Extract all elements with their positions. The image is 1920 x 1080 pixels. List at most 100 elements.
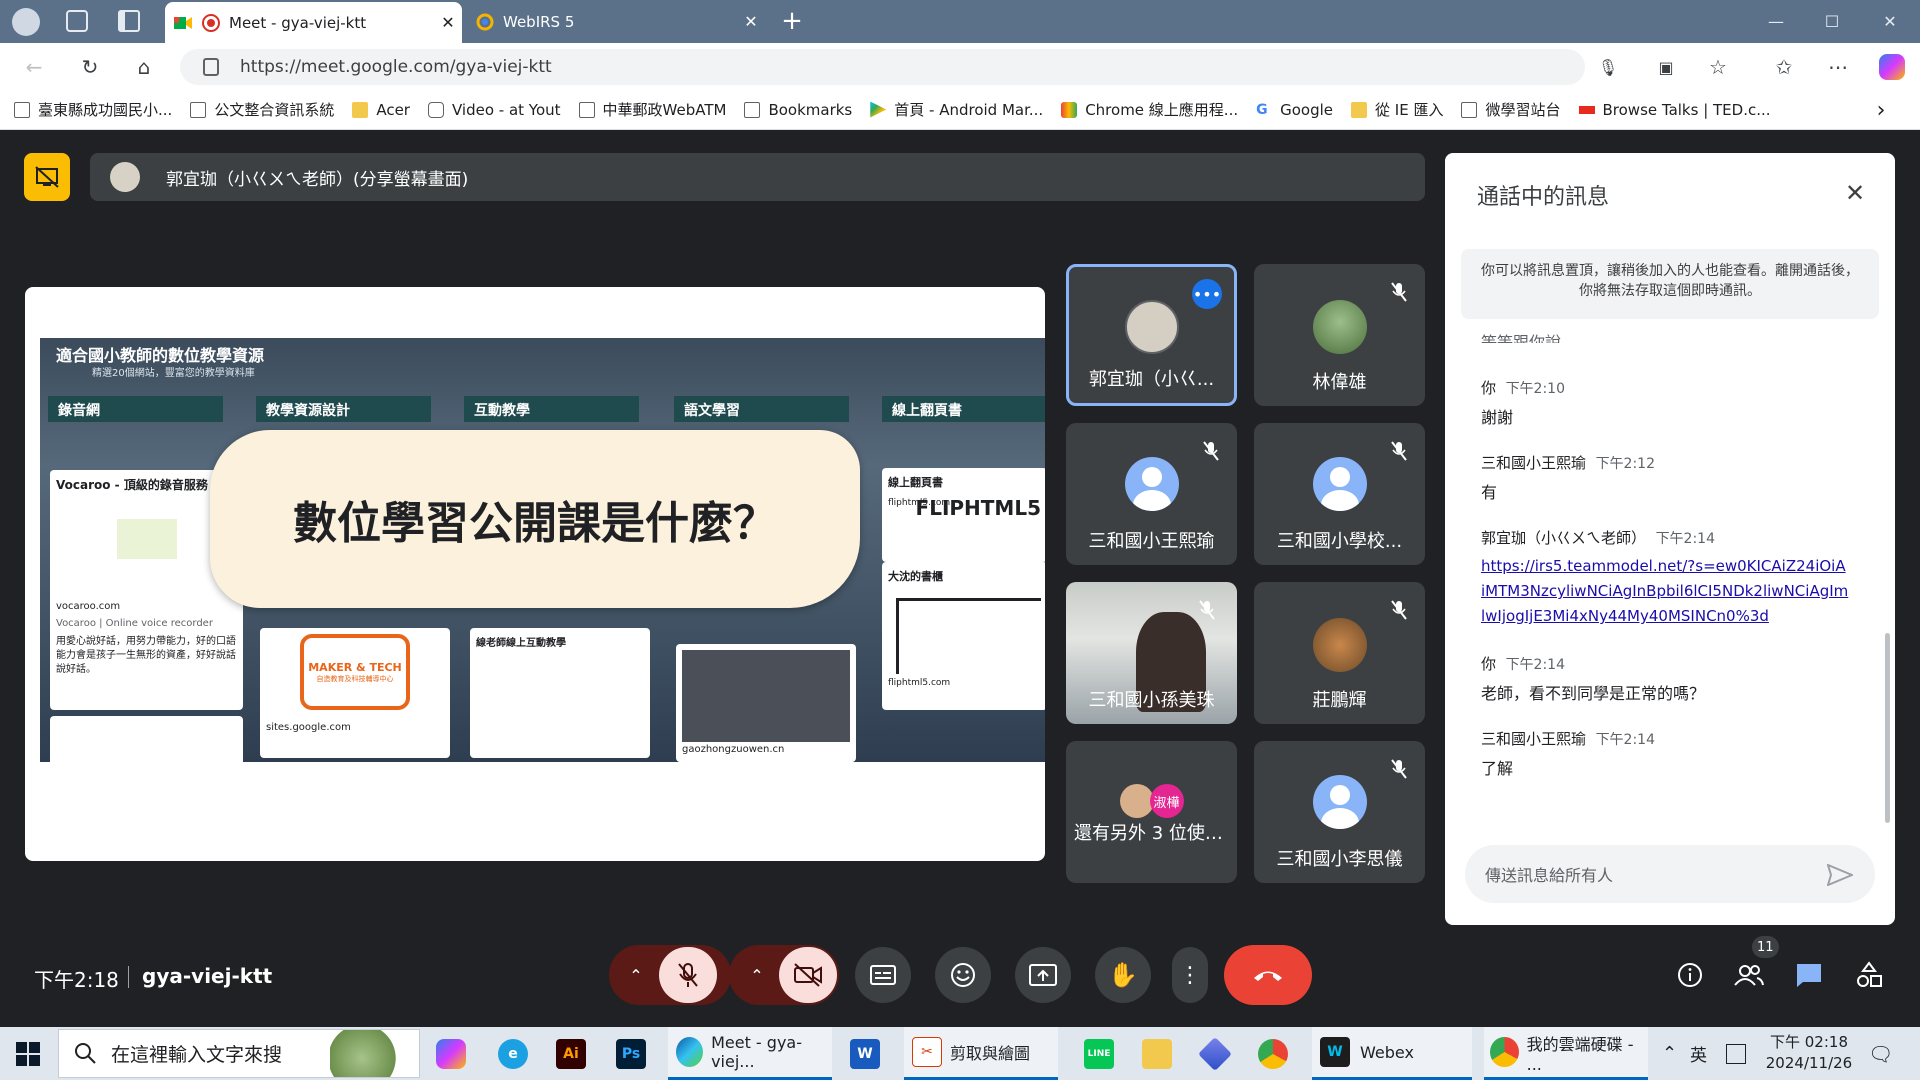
workspaces-icon[interactable]	[66, 10, 88, 32]
bookmark-item[interactable]: Browse Talks | TED.c...	[1578, 101, 1771, 119]
search-icon	[74, 1042, 98, 1066]
bookmark-item[interactable]: Bookmarks	[744, 101, 852, 119]
chat-link[interactable]: https://irs5.teammodel.net/?s=ew0KICAiZ2…	[1481, 554, 1849, 629]
taskbar-app-photoshop[interactable]: Ps	[616, 1027, 646, 1080]
app-install-icon[interactable]: ▣	[1648, 50, 1684, 84]
bookmark-item[interactable]: Acer	[352, 101, 410, 119]
participant-tile[interactable]: 淑樺 還有另外 3 位使用者	[1066, 741, 1237, 883]
participant-tile[interactable]: 林偉雄	[1254, 264, 1425, 406]
close-tab-icon[interactable]: ✕	[737, 12, 765, 31]
raise-hand-button[interactable]: ✋	[1095, 947, 1151, 1003]
reactions-button[interactable]	[935, 947, 991, 1003]
chevron-up-icon[interactable]: ⌃	[621, 960, 651, 990]
participant-tile[interactable]: ••• 郭宜珈（小巜...	[1066, 264, 1237, 406]
maximize-icon[interactable]: ☐	[1804, 0, 1860, 43]
windows-start-icon[interactable]	[16, 1042, 42, 1068]
avatar	[1124, 457, 1179, 511]
bookmark-item[interactable]: 中華郵政WebATM	[578, 99, 726, 120]
chat-notice: 你可以將訊息置頂，讓稍後加入的人也能查看。離開通話後，你將無法存取這個即時通訊。	[1461, 249, 1879, 319]
present-button[interactable]	[1015, 947, 1071, 1003]
taskbar-app-webex[interactable]: W Webex	[1312, 1027, 1472, 1080]
bookmark-item[interactable]: Chrome 線上應用程...	[1061, 99, 1238, 120]
bookmark-item[interactable]: 公文整合資訊系統	[190, 99, 334, 120]
url-field[interactable]: https://meet.google.com/gya-viej-ktt	[180, 49, 1585, 85]
tray-chevron-icon[interactable]: ⌃	[1662, 1027, 1677, 1080]
bookmark-item[interactable]: Video - at Yout	[427, 101, 561, 119]
taskbar-app-edge[interactable]: Meet - gya-viej...	[668, 1027, 832, 1080]
mic-toggle-button[interactable]	[659, 947, 717, 1003]
meeting-info-button[interactable]	[1665, 947, 1715, 1003]
slide-column-header: 線上翻頁書	[882, 396, 1045, 422]
minimize-icon[interactable]: —	[1748, 0, 1804, 43]
taskbar-app-teams[interactable]	[1198, 1027, 1232, 1080]
more-options-icon[interactable]: •••	[1192, 279, 1222, 309]
favorite-star-icon[interactable]: ☆	[1700, 50, 1736, 84]
close-tab-icon[interactable]: ✕	[434, 13, 462, 32]
camera-toggle-button[interactable]	[779, 947, 837, 1003]
bookmark-item[interactable]: 從 IE 匯入	[1351, 99, 1443, 120]
taskbar-app-snipping[interactable]: ✂ 剪取與繪圖	[904, 1027, 1058, 1080]
chat-title: 通話中的訊息	[1477, 185, 1610, 210]
present-off-icon[interactable]	[24, 153, 70, 201]
chat-messages: 你 下午2:10 謝謝 三和國小王熙瑜 下午2:12 有 郭宜珈（小巜ㄨㄟ老師）…	[1481, 377, 1871, 779]
profile-icon[interactable]	[12, 8, 40, 36]
taskbar-app-illustrator[interactable]: Ai	[556, 1027, 586, 1080]
site-info-icon[interactable]	[203, 58, 219, 76]
taskbar-app-copilot[interactable]	[436, 1027, 466, 1080]
folder-icon	[1351, 101, 1368, 118]
notifications-icon[interactable]: 🗨	[1868, 1027, 1893, 1080]
avatar	[1312, 300, 1367, 354]
taskbar-app-explorer[interactable]	[1142, 1027, 1172, 1080]
participant-tile[interactable]: 三和國小孫美珠	[1066, 582, 1237, 724]
tab-actions-icon[interactable]	[118, 10, 140, 32]
tab-webirs[interactable]: WebIRS 5 ✕	[465, 0, 765, 43]
chat-scrollbar[interactable]	[1885, 633, 1890, 823]
new-tab-icon[interactable]: +	[775, 4, 809, 38]
activities-button[interactable]	[1844, 947, 1894, 1003]
copilot-icon[interactable]	[1879, 54, 1905, 80]
chat-button[interactable]	[1784, 947, 1834, 1003]
chevron-right-icon[interactable]: ›	[1866, 96, 1896, 124]
participant-tile[interactable]: 莊鵬輝	[1254, 582, 1425, 724]
participant-tile[interactable]: 三和國小學校...	[1254, 423, 1425, 565]
refresh-icon[interactable]: ↻	[72, 50, 108, 84]
captions-button[interactable]	[855, 947, 911, 1003]
chat-message: 三和國小王熙瑜 下午2:14 了解	[1481, 730, 1656, 778]
leave-call-button[interactable]	[1224, 945, 1312, 1005]
menu-more-icon[interactable]: ⋯	[1820, 50, 1856, 84]
taskbar-app-ie[interactable]: e	[498, 1027, 528, 1080]
close-icon[interactable]: ✕	[1835, 173, 1875, 213]
close-window-icon[interactable]: ✕	[1862, 0, 1918, 43]
bookmark-item[interactable]: 微學習站台	[1461, 99, 1561, 120]
chat-input[interactable]: 傳送訊息給所有人	[1465, 845, 1875, 903]
chat-panel: 通話中的訊息 ✕ 你可以將訊息置頂，讓稍後加入的人也能查看。離開通話後，你將無法…	[1445, 153, 1895, 925]
mic-icon[interactable]: 🎙	[1590, 50, 1626, 84]
divider	[128, 966, 129, 988]
clock[interactable]: 下午 02:18 2024/11/26	[1764, 1032, 1854, 1074]
ime-indicator[interactable]: 英	[1690, 1027, 1707, 1080]
participant-count-badge: 11	[1752, 936, 1779, 958]
bookmark-item[interactable]: 首頁 - Android Mar...	[870, 99, 1043, 120]
home-icon[interactable]: ⌂	[126, 50, 162, 84]
bookmark-item[interactable]: 臺東縣成功國民小...	[14, 99, 172, 120]
meeting-code: gya-viej-ktt	[142, 964, 273, 988]
back-icon[interactable]: ←	[16, 50, 52, 84]
slide-content: 適合國小教師的數位教學資源 精選20個網站，豐富您的教學資料庫 錄音網 教學資源…	[40, 338, 1045, 762]
folder-icon	[352, 101, 369, 118]
participant-name: 三和國小王熙瑜	[1088, 531, 1215, 552]
bookmark-item[interactable]: G Google	[1256, 101, 1333, 119]
taskbar-app-chrome[interactable]	[1258, 1027, 1288, 1080]
participant-tile[interactable]: 三和國小王熙瑜	[1066, 423, 1237, 565]
google-icon: G	[1256, 101, 1268, 118]
taskbar-search-placeholder: 在這裡輸入文字來搜	[111, 1044, 283, 1066]
favorites-icon[interactable]: ✩	[1766, 50, 1802, 84]
more-options-button[interactable]: ⋮	[1172, 947, 1208, 1003]
taskbar-app-word[interactable]: W	[850, 1027, 880, 1080]
participant-tile[interactable]: 三和國小李思儀	[1254, 741, 1425, 883]
taskbar-app-drive[interactable]: 我的雲端硬碟 - ...	[1484, 1027, 1648, 1080]
chevron-up-icon[interactable]: ⌃	[742, 960, 772, 990]
send-icon[interactable]	[1825, 861, 1855, 889]
ime-mode-icon[interactable]	[1726, 1027, 1746, 1080]
taskbar-app-line[interactable]: LINE	[1084, 1027, 1114, 1080]
tab-meet[interactable]: Meet - gya-viej-ktt ✕	[165, 2, 462, 43]
